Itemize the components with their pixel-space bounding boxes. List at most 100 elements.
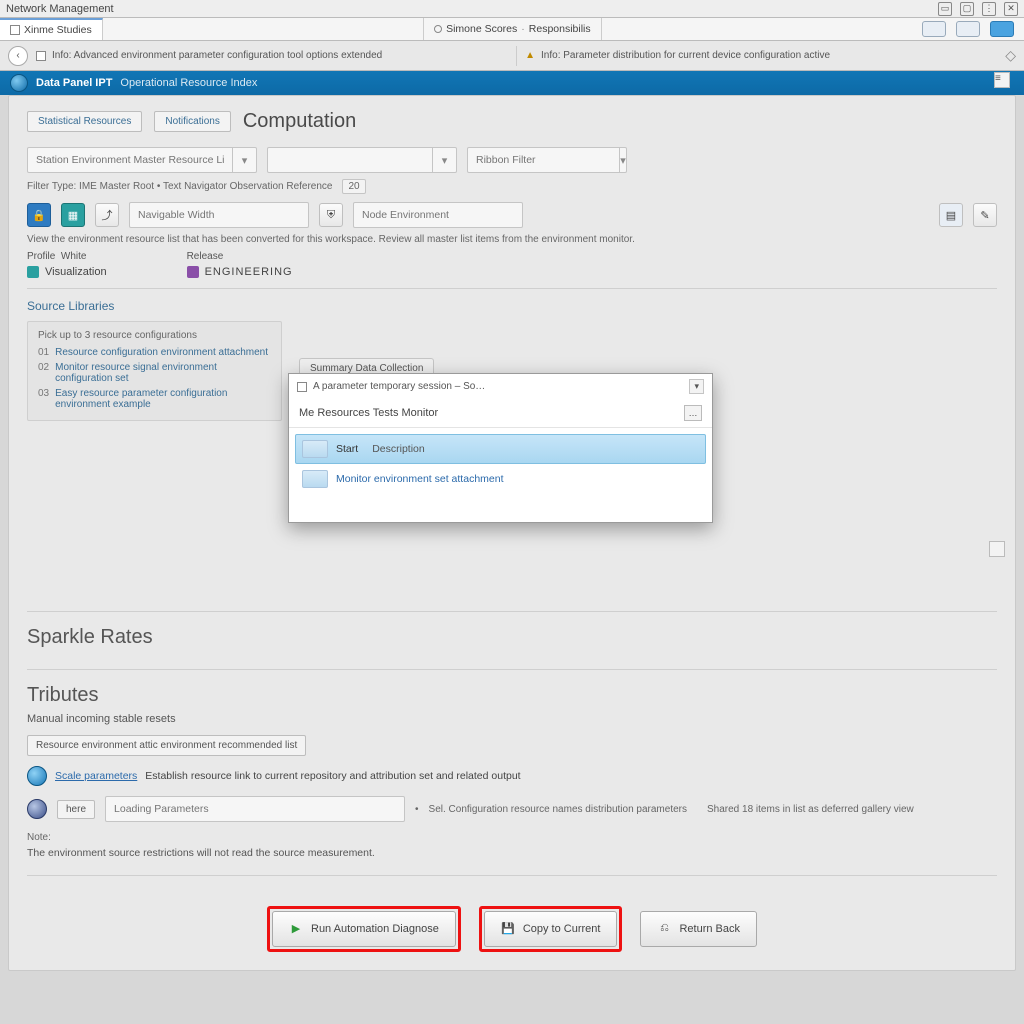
return-icon: ⎌ [657, 922, 671, 936]
toolbar-quick-icons [922, 21, 1024, 37]
blank-input[interactable] [268, 148, 432, 172]
window-title: Network Management [6, 3, 114, 15]
dialog-col1: Start [336, 443, 358, 455]
link-e: Shared 18 items in list as deferred gall… [707, 804, 914, 815]
section-sparkle: Sparkle Rates [27, 626, 997, 649]
panel-item-2[interactable]: 02Monitor resource signal environment co… [38, 360, 271, 386]
node-env-field[interactable] [353, 202, 523, 228]
dialog-top-text: A parameter temporary session – So… [313, 381, 485, 392]
main-card: Statistical Resources Notifications Comp… [8, 95, 1016, 971]
page-title: Computation [243, 110, 356, 133]
copy-button-label: Copy to Current [523, 923, 601, 935]
breadcrumb: Statistical Resources Notifications Comp… [27, 110, 997, 133]
action-bar: ▶ Run Automation Diagnose 💾 Copy to Curr… [27, 906, 997, 952]
crumb-b[interactable]: Notifications [154, 111, 230, 132]
tributes-pill[interactable]: Resource environment attic environment r… [27, 735, 306, 756]
crumb-a[interactable]: Statistical Resources [27, 111, 142, 132]
export-icon[interactable]: ▤ [939, 203, 963, 227]
dialog-item-1[interactable]: Monitor environment set attachment [295, 464, 706, 494]
release-swatch-icon [187, 266, 199, 278]
item-thumb-icon [302, 470, 328, 488]
info-icon [36, 51, 46, 61]
dialog-title: Me Resources Tests Monitor [299, 407, 438, 419]
quick-icon-1[interactable] [922, 21, 946, 37]
tab-left[interactable]: Xinme Studies [0, 18, 103, 40]
note-text: The environment source restrictions will… [27, 847, 997, 859]
profile-sub: White [61, 251, 87, 262]
document-tabbar: Xinme Studies Simone Scores · Responsibi… [0, 18, 1024, 41]
window-titlebar: Network Management ▭ ▢ ⋮ ✕ [0, 0, 1024, 18]
highlight-run: ▶ Run Automation Diagnose [267, 906, 461, 952]
panel-note: Pick up to 3 resource configurations [38, 330, 271, 341]
dialog-drop-icon[interactable]: ▾ [689, 379, 704, 394]
globe-icon [27, 799, 47, 819]
window-opts-icon[interactable]: ⋮ [982, 2, 996, 16]
filter-subtype-count: 20 [342, 179, 365, 194]
node-env-input[interactable] [354, 203, 522, 227]
cancel-button[interactable]: ⎌ Return Back [640, 911, 757, 947]
link-tiny[interactable]: here [57, 800, 95, 819]
dialog-close-icon[interactable]: … [684, 405, 702, 421]
location-field[interactable]: ▾ [467, 147, 627, 173]
category-input[interactable] [28, 148, 232, 172]
filter-subtype-label: Filter Type: IME Master Root • Text Navi… [27, 181, 332, 192]
release-label: Release [187, 251, 293, 262]
window-max-icon[interactable]: ▢ [960, 2, 974, 16]
location-dropdown-icon[interactable]: ▾ [619, 147, 626, 173]
tool-icon[interactable]: ⤴ [95, 203, 119, 227]
dialog-item-selected[interactable]: Start Description [295, 434, 706, 464]
wifi-icon: ◇ [1005, 47, 1016, 64]
cancel-button-label: Return Back [679, 923, 740, 935]
panel-options-icon[interactable]: ≡ [994, 72, 1010, 88]
tab-close-icon[interactable] [10, 25, 20, 35]
copy-icon[interactable]: ▦ [61, 203, 85, 227]
info-bar: ‹ Info: Advanced environment parameter c… [0, 41, 1024, 71]
loading-param-input[interactable] [106, 797, 404, 821]
location-input[interactable] [468, 148, 619, 172]
link-d: Sel. Configuration resource names distri… [429, 804, 687, 815]
category-dropdown-icon[interactable]: ▾ [232, 147, 256, 173]
window-min-icon[interactable]: ▭ [938, 2, 952, 16]
nav-width-input[interactable] [130, 203, 308, 227]
quick-icon-2[interactable] [956, 21, 980, 37]
quick-icon-3[interactable] [990, 21, 1014, 37]
product-logo-icon [10, 74, 28, 92]
category-field[interactable]: ▾ [27, 147, 257, 173]
run-button-label: Run Automation Diagnose [311, 923, 439, 935]
settings-icon[interactable]: ✎ [973, 203, 997, 227]
nav-width-field[interactable] [129, 202, 309, 228]
run-button[interactable]: ▶ Run Automation Diagnose [272, 911, 456, 947]
dialog-tool-icon[interactable] [297, 382, 307, 392]
loading-param-field[interactable] [105, 796, 405, 822]
profile-value: Visualization [45, 266, 107, 278]
dialog-list: Start Description Monitor environment se… [289, 428, 712, 522]
profile-swatch-icon [27, 266, 39, 278]
dialog-titlebar: Me Resources Tests Monitor … [289, 399, 712, 428]
play-icon: ▶ [289, 922, 303, 936]
blank-dropdown-icon[interactable]: ▾ [432, 147, 456, 173]
panel-item-3[interactable]: 03Easy resource parameter configuration … [38, 386, 271, 412]
scroll-handle[interactable] [989, 541, 1005, 557]
lock-icon[interactable]: 🔒 [27, 203, 51, 227]
product-name: Data Panel IPT [36, 77, 112, 89]
panel-item-1[interactable]: 01Resource configuration environment att… [38, 345, 271, 360]
highlight-copy: 💾 Copy to Current [479, 906, 623, 952]
link-a[interactable]: Scale parameters [55, 770, 137, 782]
shield-icon: ⛨ [319, 203, 343, 227]
blank-field[interactable]: ▾ [267, 147, 457, 173]
info-left-text: Info: Advanced environment parameter con… [52, 50, 382, 61]
tributes-sub: Manual incoming stable resets [27, 713, 997, 725]
dialog-item-1-label: Monitor environment set attachment [336, 473, 504, 485]
tab-right[interactable]: Simone Scores · Responsibilis [423, 18, 602, 40]
copy-button[interactable]: 💾 Copy to Current [484, 911, 618, 947]
info-right-text: Info: Parameter distribution for current… [541, 50, 830, 61]
product-banner: Data Panel IPT Operational Resource Inde… [0, 71, 1024, 95]
back-icon[interactable]: ‹ [8, 46, 28, 66]
window-close-icon[interactable]: ✕ [1004, 2, 1018, 16]
resource-picker-dialog: A parameter temporary session – So… ▾ Me… [288, 373, 713, 523]
link-orb-icon [27, 766, 47, 786]
link-b: Establish resource link to current repos… [145, 770, 520, 782]
note-label: Note: [27, 832, 997, 843]
release-value: ENGINEERING [205, 266, 293, 278]
item-thumb-icon [302, 440, 328, 458]
